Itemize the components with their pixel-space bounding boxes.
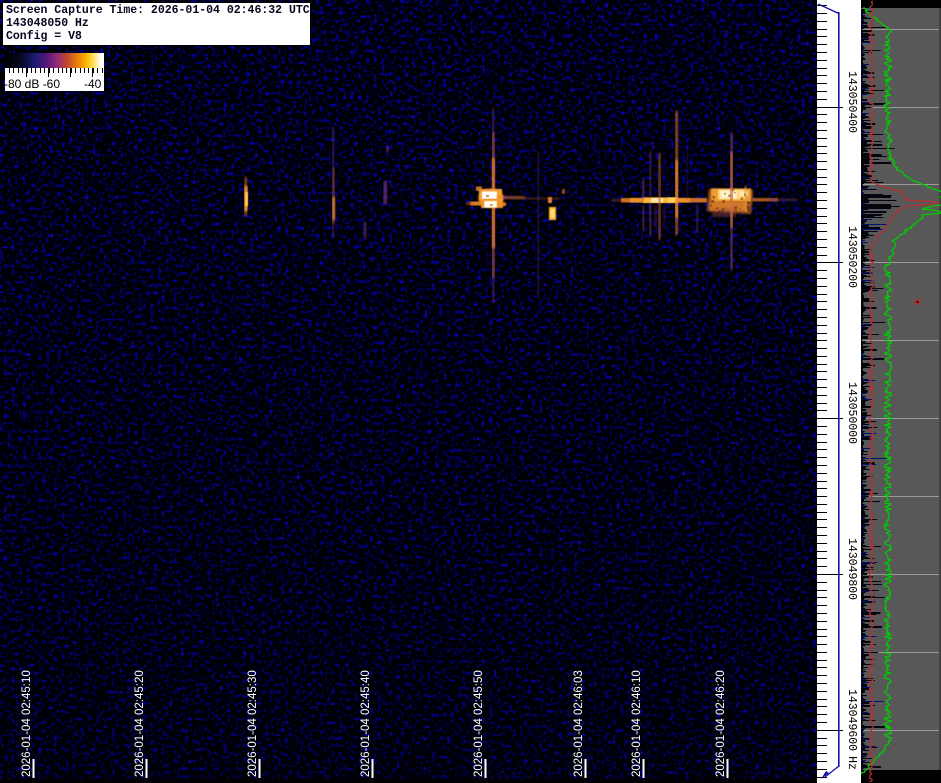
svg-text:-80 dB -60: -80 dB -60: [5, 77, 60, 91]
svg-text:-40: -40: [84, 77, 102, 91]
svg-text:2026-01-04 02:45:40: 2026-01-04 02:45:40: [360, 670, 372, 777]
svg-text:2026-01-04 02:46:03: 2026-01-04 02:46:03: [573, 670, 585, 777]
svg-text:143049800: 143049800: [845, 538, 858, 600]
svg-text:2026-01-04 02:46:20: 2026-01-04 02:46:20: [715, 670, 727, 777]
svg-text:2026-01-04 02:45:30: 2026-01-04 02:45:30: [247, 670, 259, 777]
svg-text:2026-01-04 02:46:10: 2026-01-04 02:46:10: [631, 670, 643, 777]
svg-text:143050400: 143050400: [845, 71, 858, 133]
svg-text:143049600: 143049600: [845, 689, 858, 751]
svg-text:Hz: Hz: [845, 756, 858, 770]
svg-text:2026-01-04 02:45:10: 2026-01-04 02:45:10: [21, 670, 33, 777]
svg-text:2026-01-04 02:45:20: 2026-01-04 02:45:20: [134, 670, 146, 777]
svg-text:2026-01-04 02:45:50: 2026-01-04 02:45:50: [473, 670, 485, 777]
svg-text:143050000: 143050000: [845, 382, 858, 444]
svg-text:143050200: 143050200: [845, 226, 858, 288]
